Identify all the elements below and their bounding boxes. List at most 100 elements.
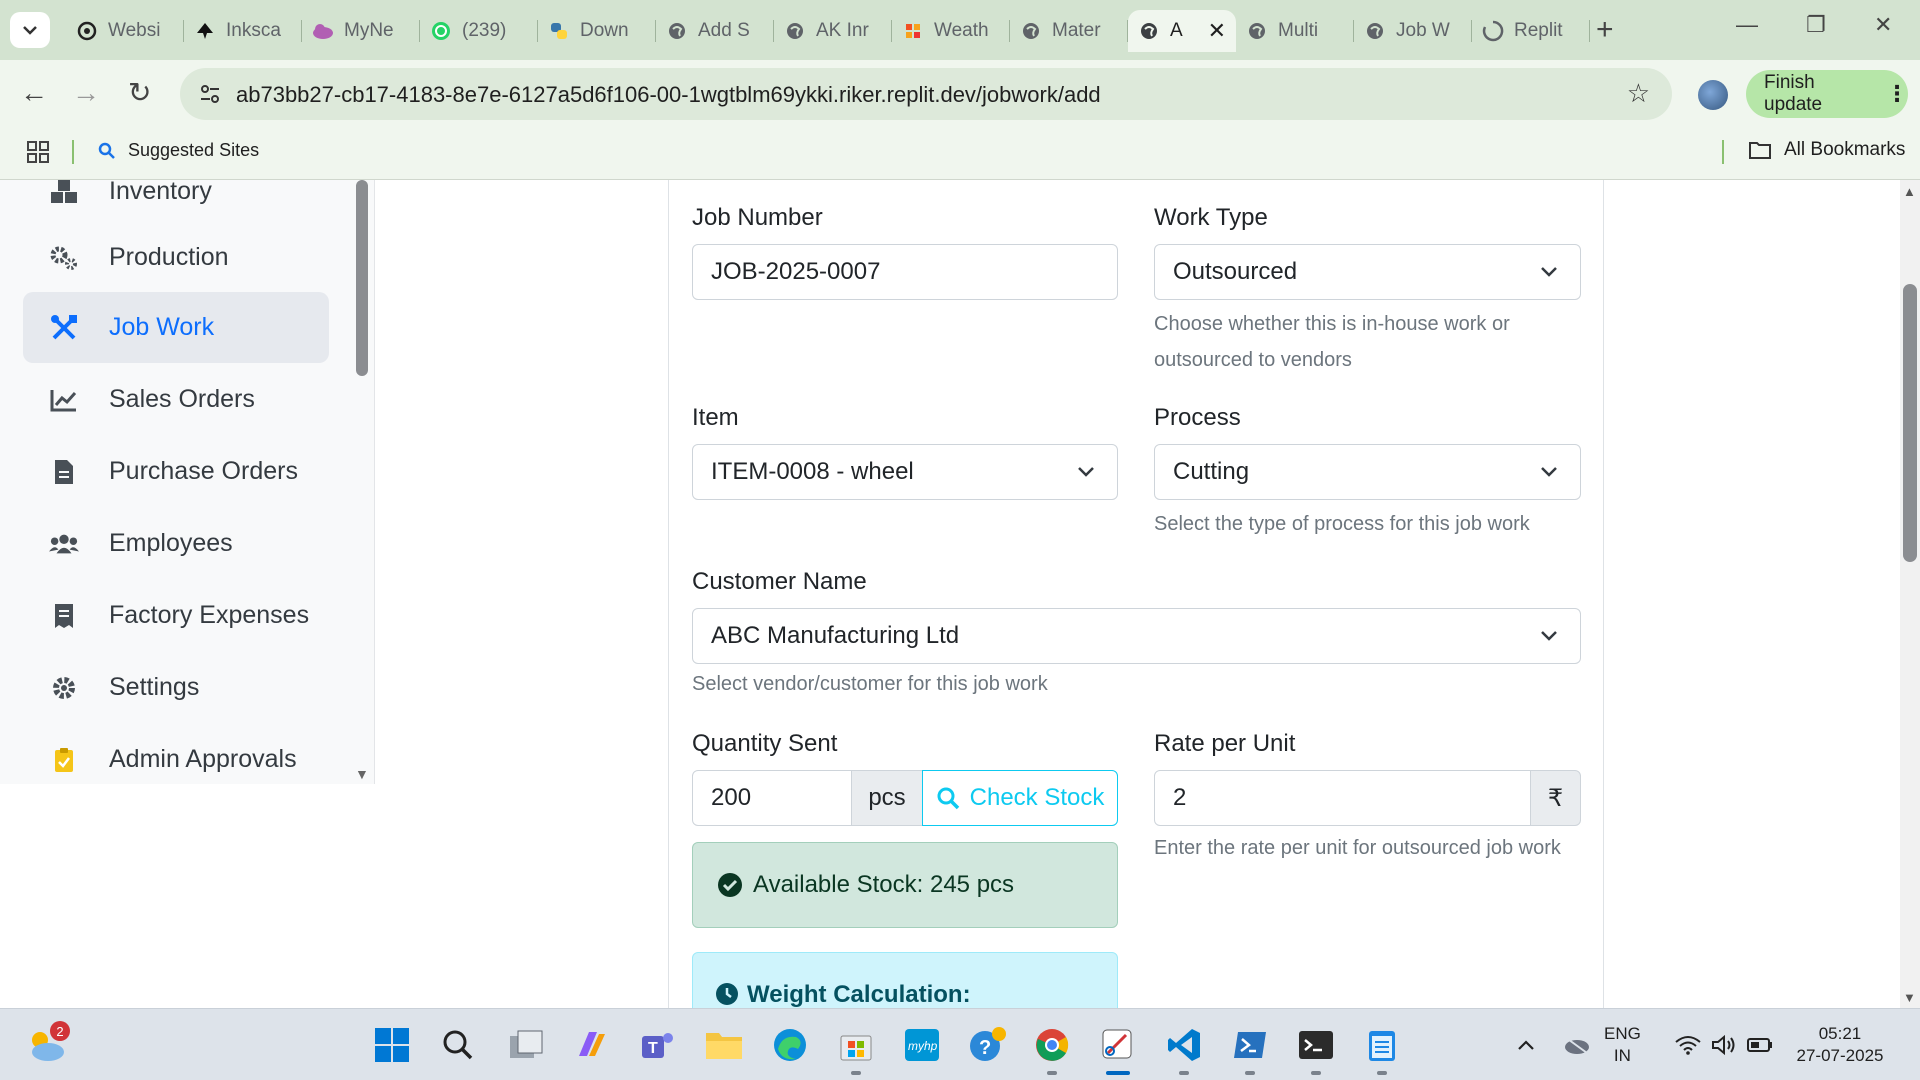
reload-icon[interactable]: ↻ <box>128 78 151 108</box>
tab-title: Down <box>580 20 629 41</box>
windows-start-icon[interactable] <box>372 1025 412 1065</box>
bookmark-star-icon[interactable]: ☆ <box>1627 78 1650 109</box>
task-view-icon[interactable] <box>506 1025 546 1065</box>
tab-title: Mater <box>1052 20 1101 41</box>
chevron-down-icon <box>1541 267 1557 277</box>
tab-list: Websi Inksca MyNe (239) Down Add S AK In… <box>66 10 1590 52</box>
sidebar-item-purchase-orders[interactable]: Purchase Orders <box>23 436 329 507</box>
copilot-icon[interactable] <box>572 1025 612 1065</box>
openai-icon <box>76 20 98 42</box>
quantity-unit: pcs <box>868 784 906 811</box>
all-bookmarks-button[interactable]: All Bookmarks <box>1748 139 1905 161</box>
sidebar-item-label: Job Work <box>109 313 215 341</box>
item-label: Item <box>692 404 739 431</box>
bookmark-suggested-sites[interactable]: Suggested Sites <box>98 140 259 161</box>
sidebar-item-admin-approvals[interactable]: Admin Approvals <box>23 724 329 784</box>
sidebar-item-label: Sales Orders <box>109 385 255 413</box>
scroll-down-arrow[interactable]: ▼ <box>1903 990 1916 1005</box>
clock[interactable]: 05:21 27-07-2025 <box>1794 1023 1886 1067</box>
page-scrollbar-thumb[interactable] <box>1903 284 1917 562</box>
wifi-icon[interactable] <box>1668 1025 1708 1065</box>
tab-title: AK Inr <box>816 20 869 41</box>
battery-icon[interactable] <box>1740 1025 1780 1065</box>
item-select[interactable]: ITEM-0008 - wheel <box>692 444 1118 500</box>
help-icon[interactable]: ? <box>968 1025 1008 1065</box>
teams-icon[interactable]: T <box>638 1025 678 1065</box>
tab[interactable]: Inksca <box>184 10 302 52</box>
quantity-input[interactable]: 200 <box>692 770 852 826</box>
notepad-icon[interactable] <box>1362 1025 1402 1065</box>
search-icon[interactable] <box>438 1025 478 1065</box>
tab[interactable]: MyNe <box>302 10 420 52</box>
tab[interactable]: Websi <box>66 10 184 52</box>
folder-icon <box>1749 142 1771 159</box>
page-content: Inventory Production Job Work Sales Orde… <box>0 180 1920 1008</box>
scroll-up-arrow[interactable]: ▲ <box>1903 184 1916 199</box>
myhp-icon[interactable]: myhp <box>902 1025 942 1065</box>
tab[interactable]: Weath <box>892 10 1010 52</box>
finish-update-label: Finish update <box>1764 72 1823 115</box>
notification-badge: 2 <box>50 1021 70 1041</box>
terminal-icon[interactable] <box>1296 1025 1336 1065</box>
sidebar-item-settings[interactable]: Settings <box>23 652 329 723</box>
customer-select[interactable]: ABC Manufacturing Ltd <box>692 608 1581 664</box>
tab[interactable]: AK Inr <box>774 10 892 52</box>
quantity-unit-addon: pcs <box>851 770 923 826</box>
work-type-select[interactable]: Outsourced <box>1154 244 1581 300</box>
tab-search-button[interactable] <box>10 12 50 48</box>
chevron-up-icon[interactable] <box>1506 1025 1546 1065</box>
edge-icon[interactable] <box>770 1025 810 1065</box>
url-text: ab73bb27-cb17-4183-8e7e-6127a5d6f106-00-… <box>236 82 1101 107</box>
sidebar-scrollbar-thumb[interactable] <box>356 180 368 376</box>
sidebar-item-factory-expenses[interactable]: Factory Expenses <box>23 580 329 651</box>
sidebar-item-label: Purchase Orders <box>109 457 298 485</box>
sidebar-scroll-down-arrow[interactable]: ▼ <box>355 766 369 782</box>
forward-arrow-icon[interactable]: → <box>72 78 100 108</box>
more-vert-icon: ⋮ <box>1886 81 1908 106</box>
check-stock-button[interactable]: Check Stock <box>922 770 1118 826</box>
tab-title: Inksca <box>226 20 281 41</box>
vscode-icon[interactable] <box>1164 1025 1204 1065</box>
tab[interactable]: Add S <box>656 10 774 52</box>
new-tab-button[interactable]: + <box>1596 14 1614 46</box>
sidebar-item-sales-orders[interactable]: Sales Orders <box>23 364 329 435</box>
sidebar: Inventory Production Job Work Sales Orde… <box>0 180 375 784</box>
onedrive-icon[interactable] <box>1556 1025 1596 1065</box>
profile-avatar[interactable] <box>1698 80 1728 110</box>
rate-input[interactable]: 2 <box>1154 770 1531 826</box>
tab[interactable]: Mater <box>1010 10 1128 52</box>
tab-active[interactable]: A ✕ <box>1128 10 1236 52</box>
rate-value: 2 <box>1173 784 1187 811</box>
apps-grid-icon[interactable] <box>26 140 50 169</box>
job-number-input[interactable]: JOB-2025-0007 <box>692 244 1118 300</box>
job-number-label: Job Number <box>692 204 823 231</box>
file-explorer-icon[interactable] <box>704 1025 744 1065</box>
close-tab-icon[interactable]: ✕ <box>1208 18 1226 44</box>
language-indicator[interactable]: ENG IN <box>1604 1023 1641 1067</box>
address-bar[interactable]: ab73bb27-cb17-4183-8e7e-6127a5d6f106-00-… <box>180 68 1672 120</box>
users-icon <box>49 532 79 556</box>
sidebar-item-production[interactable]: Production <box>23 222 329 293</box>
powershell-icon[interactable] <box>1230 1025 1270 1065</box>
back-arrow-icon[interactable]: ← <box>20 78 48 108</box>
tab-title: (239) <box>462 20 507 41</box>
svg-text:myhp: myhp <box>908 1039 938 1053</box>
site-settings-icon[interactable] <box>198 82 222 111</box>
sidebar-item-inventory[interactable]: Inventory <box>23 180 329 227</box>
snipping-tool-icon[interactable] <box>1098 1025 1138 1065</box>
minimize-button[interactable]: — <box>1736 12 1758 38</box>
tab[interactable]: Multi <box>1236 10 1354 52</box>
chrome-icon[interactable] <box>1032 1025 1072 1065</box>
finish-update-button[interactable]: Finish update ⋮ <box>1746 70 1908 118</box>
tab[interactable]: Down <box>538 10 656 52</box>
process-select[interactable]: Cutting <box>1154 444 1581 500</box>
sidebar-item-employees[interactable]: Employees <box>23 508 329 579</box>
microsoft-store-icon[interactable] <box>836 1025 876 1065</box>
tab[interactable]: Replit <box>1472 10 1590 52</box>
restore-button[interactable]: ❐ <box>1806 12 1826 38</box>
close-window-button[interactable]: ✕ <box>1874 12 1892 38</box>
volume-icon[interactable] <box>1704 1025 1744 1065</box>
tab[interactable]: (239) <box>420 10 538 52</box>
sidebar-item-job-work[interactable]: Job Work <box>23 292 329 363</box>
tab[interactable]: Job W <box>1354 10 1472 52</box>
